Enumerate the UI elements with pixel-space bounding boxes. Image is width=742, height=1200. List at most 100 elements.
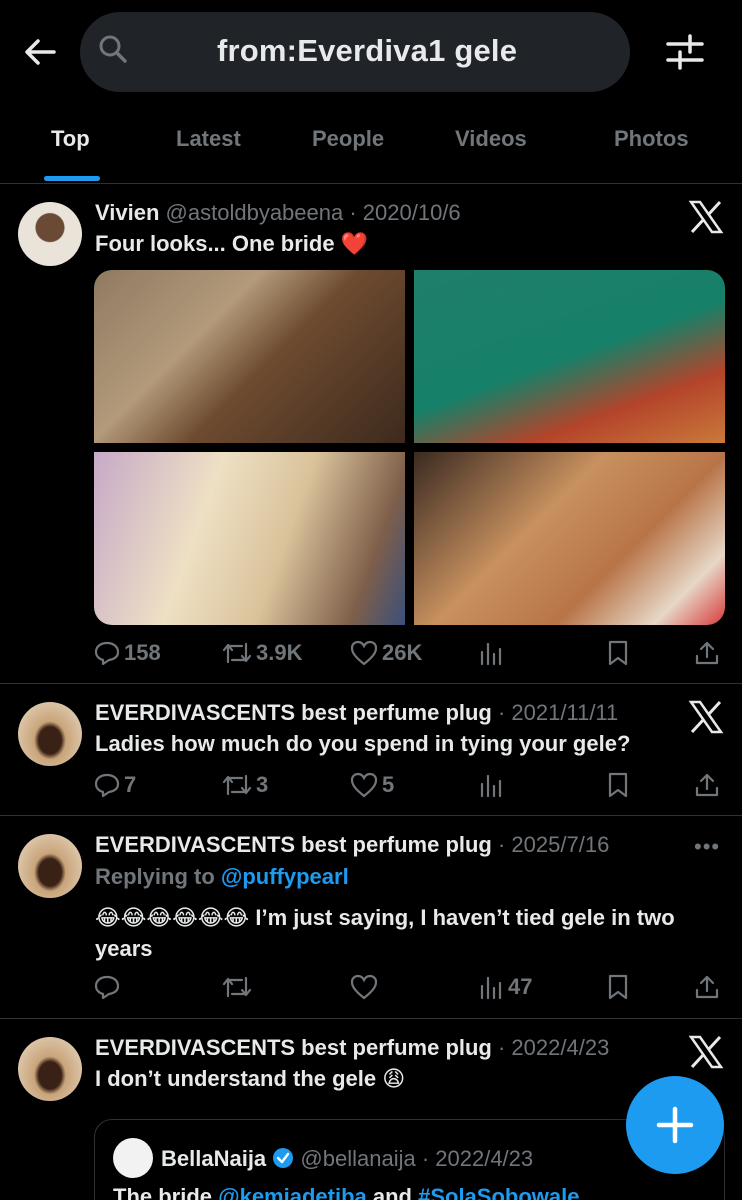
bookmark-button[interactable] (606, 974, 630, 1000)
retweet-button[interactable]: 3 (222, 772, 268, 798)
quote-text-mid: and (366, 1184, 419, 1200)
retweet-count: 3.9K (256, 640, 303, 665)
display-name[interactable]: EVERDIVASCENTS best perfume plug (95, 700, 492, 725)
verified-icon (273, 1148, 294, 1168)
avatar[interactable] (18, 702, 82, 766)
quote-handle-date: @bellanaija · 2022/4/23 (300, 1146, 534, 1171)
tab-latest[interactable]: Latest (176, 126, 241, 152)
share-icon (695, 773, 719, 797)
tweet-header: EVERDIVASCENTS best perfume plug · 2025/… (95, 832, 609, 858)
tweet[interactable]: EVERDIVASCENTS best perfume plug · 2021/… (0, 684, 742, 816)
quote-header: BellaNaija @bellanaija · 2022/4/23 (161, 1146, 533, 1172)
tweet[interactable]: Vivien @astoldbyabeena · 2020/10/6 Four … (0, 184, 742, 684)
back-arrow-icon[interactable] (22, 34, 58, 70)
views-count: 47 (508, 974, 533, 999)
tweet-actions: 47 (94, 974, 724, 1006)
avatar[interactable] (18, 1037, 82, 1101)
share-button[interactable] (694, 772, 720, 798)
date: · 2021/11/11 (491, 700, 619, 725)
search-icon (99, 35, 127, 63)
reply-button[interactable] (94, 974, 120, 1000)
tweet-actions: 7 3 5 (94, 772, 724, 804)
like-button[interactable]: 26K (350, 640, 422, 666)
reply-count: 7 (124, 772, 137, 797)
like-icon (350, 772, 378, 798)
views-button[interactable] (478, 772, 504, 798)
tweet-text: Four looks... One bride ❤️ (95, 231, 369, 256)
reply-icon (94, 773, 120, 798)
like-button[interactable] (350, 974, 378, 1000)
retweet-button[interactable]: 3.9K (222, 640, 302, 666)
tweet-text: 😂😂😂😂😂😂 I’m just saying, I haven’t tied g… (95, 905, 675, 961)
share-button[interactable] (694, 640, 720, 666)
quote-text: The bride @kemiadetiba and #SolaSobowale (113, 1184, 579, 1200)
bookmark-icon (608, 772, 628, 798)
retweet-icon (222, 642, 252, 664)
quote-mention[interactable]: @kemiadetiba (218, 1184, 367, 1200)
share-icon (695, 641, 719, 665)
compose-button[interactable] (626, 1076, 724, 1174)
views-icon (480, 642, 502, 666)
replying-to-handle[interactable]: @puffypearl (221, 864, 349, 889)
views-icon (480, 976, 502, 1000)
share-icon (695, 975, 719, 999)
date: · 2022/4/23 (491, 1035, 610, 1060)
handle-date: @astoldbyabeena · 2020/10/6 (165, 200, 461, 225)
retweet-button[interactable] (222, 974, 252, 1000)
like-icon (350, 974, 378, 1000)
share-button[interactable] (694, 974, 720, 1000)
retweet-icon (222, 976, 252, 998)
quote-hashtag[interactable]: #SolaSobowale (418, 1184, 579, 1200)
display-name[interactable]: EVERDIVASCENTS best perfume plug (95, 832, 492, 857)
views-button[interactable] (478, 640, 504, 666)
display-name[interactable]: Vivien (95, 200, 159, 225)
replying-to-label: Replying to (95, 864, 221, 889)
display-name[interactable]: EVERDIVASCENTS best perfume plug (95, 1035, 492, 1060)
replying-to: Replying to @puffypearl (95, 864, 349, 890)
views-icon (480, 774, 502, 798)
avatar[interactable] (18, 202, 82, 266)
photo-4[interactable] (414, 452, 725, 625)
tweet-header: EVERDIVASCENTS best perfume plug · 2021/… (95, 700, 618, 726)
tweet[interactable]: EVERDIVASCENTS best perfume plug · 2025/… (0, 816, 742, 1019)
like-count: 26K (382, 640, 423, 665)
quote-display-name[interactable]: BellaNaija (161, 1146, 266, 1171)
media-grid[interactable] (94, 270, 725, 625)
tweet-header: Vivien @astoldbyabeena · 2020/10/6 (95, 200, 461, 226)
top-bar: from:Everdiva1 gele (0, 0, 742, 110)
tab-photos[interactable]: Photos (614, 126, 689, 152)
bookmark-icon (608, 640, 628, 666)
tweet-header: EVERDIVASCENTS best perfume plug · 2022/… (95, 1035, 609, 1061)
date: · 2025/7/16 (491, 832, 610, 857)
search-query[interactable]: from:Everdiva1 gele (217, 33, 517, 69)
filter-sliders-icon[interactable] (664, 32, 706, 72)
more-icon[interactable]: ••• (694, 834, 720, 860)
tweet-actions: 158 3.9K 26K (94, 640, 724, 672)
views-button[interactable]: 47 (478, 974, 532, 1000)
like-button[interactable]: 5 (350, 772, 394, 798)
reply-icon (94, 641, 120, 666)
photo-2[interactable] (414, 270, 725, 443)
tab-people[interactable]: People (312, 126, 384, 152)
reply-button[interactable]: 158 (94, 640, 161, 666)
quote-text-prefix: The bride (113, 1184, 219, 1200)
photo-3[interactable] (94, 452, 405, 625)
tab-top[interactable]: Top (51, 126, 90, 152)
avatar[interactable] (18, 834, 82, 898)
photo-1[interactable] (94, 270, 405, 443)
like-count: 5 (382, 772, 395, 797)
tab-videos[interactable]: Videos (455, 126, 527, 152)
tweet-text: Ladies how much do you spend in tying yo… (95, 731, 631, 756)
bookmark-button[interactable] (606, 640, 630, 666)
reply-icon (94, 975, 120, 1000)
search-tabs: Top Latest People Videos Photos (0, 110, 742, 184)
compose-plus-icon (656, 1106, 694, 1144)
reply-button[interactable]: 7 (94, 772, 136, 798)
retweet-icon (222, 774, 252, 796)
reply-count: 158 (124, 640, 161, 665)
active-tab-indicator (44, 176, 100, 181)
retweet-count: 3 (256, 772, 269, 797)
quote-avatar (113, 1138, 153, 1178)
like-icon (350, 640, 378, 666)
bookmark-button[interactable] (606, 772, 630, 798)
